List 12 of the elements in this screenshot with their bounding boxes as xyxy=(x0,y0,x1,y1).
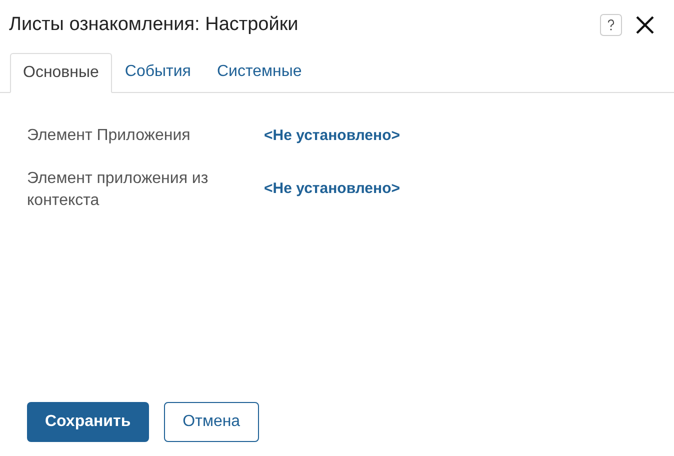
field-label: Элемент Приложения xyxy=(27,126,192,146)
tab[interactable]: Системные xyxy=(204,52,315,92)
close-icon[interactable] xyxy=(636,16,654,34)
tab[interactable]: Основные xyxy=(10,53,112,93)
window-title: Листы ознакомления: Настройки xyxy=(9,12,300,37)
help-icon[interactable] xyxy=(600,14,622,36)
value-link[interactable]: <Не установлено> xyxy=(264,178,400,201)
tab[interactable]: События xyxy=(112,52,204,92)
save-button[interactable]: Сохранить xyxy=(27,402,149,442)
field-label: Элемент приложения из контекста xyxy=(27,168,210,210)
value-link[interactable]: <Не установлено> xyxy=(264,125,400,148)
cancel-button[interactable]: Отмена xyxy=(164,402,260,442)
